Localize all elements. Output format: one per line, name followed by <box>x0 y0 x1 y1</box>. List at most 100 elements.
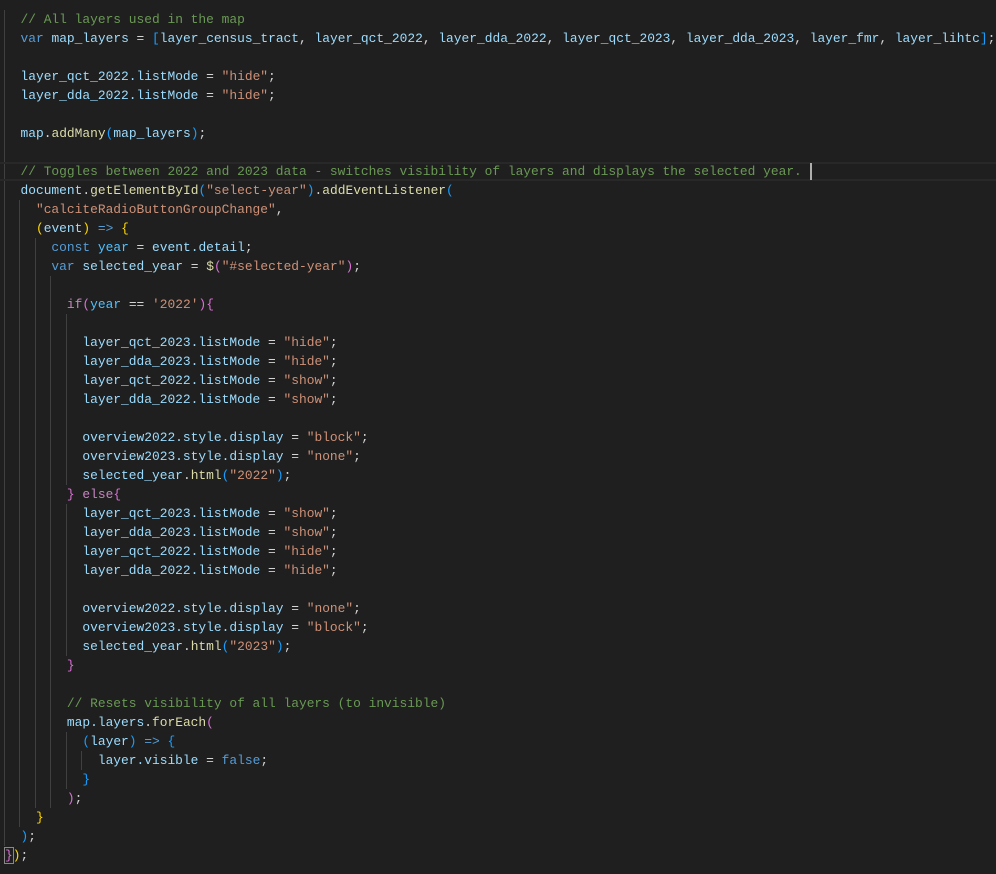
code-line[interactable]: layer_dda_2023.listMode = "hide"; <box>5 352 338 371</box>
token-function-name: forEach <box>152 714 207 730</box>
token-operator: = <box>283 429 307 445</box>
token-string-literal: "none" <box>306 448 354 464</box>
code-line[interactable]: map.layers.forEach( <box>5 713 214 732</box>
token-operator: , <box>275 201 284 217</box>
code-line[interactable]: var map_layers = [layer_census_tract, la… <box>5 29 995 48</box>
token-identifier: layer_dda_2023.listMode <box>82 353 261 369</box>
token-identifier: layer_lihtc <box>894 30 980 46</box>
code-line[interactable]: // All layers used in the map <box>5 10 244 29</box>
code-line[interactable]: } else{ <box>5 485 121 504</box>
code-line[interactable]: overview2022.style.display = "block"; <box>5 428 369 447</box>
code-line[interactable]: selected_year.html("2022"); <box>5 466 291 485</box>
token-bracket: [ <box>152 30 160 46</box>
code-line[interactable]: layer_dda_2022.listMode = "hide"; <box>5 561 338 580</box>
code-line[interactable]: overview2022.style.display = "none"; <box>5 599 361 618</box>
token-bracket: { <box>167 733 176 749</box>
token-operator: = <box>283 600 307 616</box>
token-bracket: ( <box>446 182 454 198</box>
token-operator: = <box>260 353 284 369</box>
token-operator: ; <box>353 600 361 616</box>
token-operator: ; <box>353 448 361 464</box>
token-operator: ; <box>329 353 338 369</box>
code-line[interactable]: selected_year.html("2023"); <box>5 637 291 656</box>
token-string-literal: "hide" <box>283 353 330 369</box>
indent-guide <box>19 313 21 333</box>
token-identifier: layer_fmr <box>809 30 880 46</box>
token-bracket: { <box>113 486 122 502</box>
token-operator: , <box>794 30 810 46</box>
code-line[interactable]: var selected_year = $("#selected-year"); <box>5 257 361 276</box>
code-line[interactable]: layer_dda_2023.listMode = "show"; <box>5 523 337 542</box>
token-identifier: selected_year <box>82 258 183 274</box>
token-identifier: overview2023.style.display <box>82 619 284 635</box>
code-line[interactable]: layer.visible = false; <box>5 751 268 770</box>
code-line[interactable]: layer_qct_2022.listMode = "hide"; <box>5 542 337 561</box>
code-line[interactable]: const year = event.detail; <box>5 238 252 257</box>
code-line[interactable]: if(year == '2022'){ <box>5 295 214 314</box>
token-identifier: layer_dda_2022 <box>438 30 547 46</box>
code-line[interactable]: // Toggles between 2022 and 2023 data - … <box>0 161 996 181</box>
token-function-name: $ <box>206 258 214 274</box>
token-string-literal: "#selected-year" <box>221 258 346 274</box>
token-identifier: event.detail <box>152 239 245 255</box>
code-line[interactable]: } <box>5 808 44 827</box>
token-operator: ; <box>329 372 338 388</box>
token-operator: , <box>670 30 686 46</box>
token-bracket: ( <box>82 733 91 749</box>
token-operator: ; <box>329 562 338 578</box>
code-line[interactable]: }); <box>4 846 28 865</box>
indent-guide <box>19 674 21 694</box>
token-keyword: var <box>51 258 75 274</box>
token-string-literal: "show" <box>283 391 330 407</box>
code-line[interactable]: // Resets visibility of all layers (to i… <box>5 694 446 713</box>
token-string-literal: "2023" <box>229 638 276 654</box>
code-line[interactable]: "calciteRadioButtonGroupChange", <box>5 200 284 219</box>
token-bracket: ] <box>979 30 988 46</box>
code-line[interactable]: } <box>5 770 90 789</box>
token-string-literal: "show" <box>283 524 330 540</box>
token-operator: , <box>546 30 563 46</box>
token-operator <box>160 734 168 749</box>
token-string-literal: "hide" <box>221 87 269 103</box>
code-line[interactable]: ); <box>5 827 36 846</box>
token-identifier: layer_dda_2022.listMode <box>20 87 199 103</box>
code-line[interactable]: (event) => { <box>5 219 129 238</box>
indent-guide <box>34 674 36 694</box>
token-operator: = <box>198 87 222 103</box>
indent-guide <box>65 579 67 599</box>
code-line[interactable]: layer_dda_2022.listMode = "hide"; <box>5 86 276 105</box>
code-line[interactable]: layer_dda_2022.listMode = "show"; <box>5 390 337 409</box>
token-operator: . <box>182 638 191 654</box>
token-identifier: layer_qct_2023.listMode <box>82 334 261 350</box>
token-operator: ; <box>360 429 369 445</box>
token-operator: = <box>198 68 222 84</box>
indent-guide <box>34 313 36 333</box>
code-line[interactable]: layer_qct_2023.listMode = "hide"; <box>5 333 337 352</box>
code-line[interactable]: document.getElementById("select-year").a… <box>5 181 454 200</box>
token-identifier: overview2022.style.display <box>82 600 284 616</box>
code-line[interactable]: (layer) => { <box>5 732 175 751</box>
code-line[interactable]: layer_qct_2023.listMode = "show"; <box>5 504 337 523</box>
text-cursor <box>809 162 812 180</box>
token-bracket: { <box>121 220 129 236</box>
token-string-literal: "2022" <box>229 467 276 483</box>
indent-guide <box>34 579 36 599</box>
token-keyword: false <box>221 752 261 768</box>
token-control-keyword: else <box>82 486 114 502</box>
token-operator: ; <box>28 828 36 844</box>
token-operator: ; <box>268 87 276 103</box>
code-line[interactable]: layer_qct_2022.listMode = "show"; <box>5 371 338 390</box>
token-identifier: layer_dda_2023 <box>685 30 795 46</box>
code-editor[interactable]: // All layers used in the map var map_la… <box>0 0 996 874</box>
code-line[interactable]: layer_qct_2022.listMode = "hide"; <box>5 67 275 86</box>
token-operator: = <box>260 391 284 407</box>
token-bracket: ( <box>206 714 214 730</box>
code-line[interactable]: ); <box>5 789 83 808</box>
code-line[interactable]: overview2023.style.display = "none"; <box>5 447 361 466</box>
token-string-literal: "hide" <box>221 68 269 84</box>
code-line[interactable]: overview2023.style.display = "block"; <box>5 618 368 637</box>
code-line[interactable]: map.addMany(map_layers); <box>5 124 206 143</box>
token-constant: year <box>97 239 129 255</box>
indent-guide <box>4 579 5 599</box>
code-line[interactable]: } <box>5 656 75 675</box>
